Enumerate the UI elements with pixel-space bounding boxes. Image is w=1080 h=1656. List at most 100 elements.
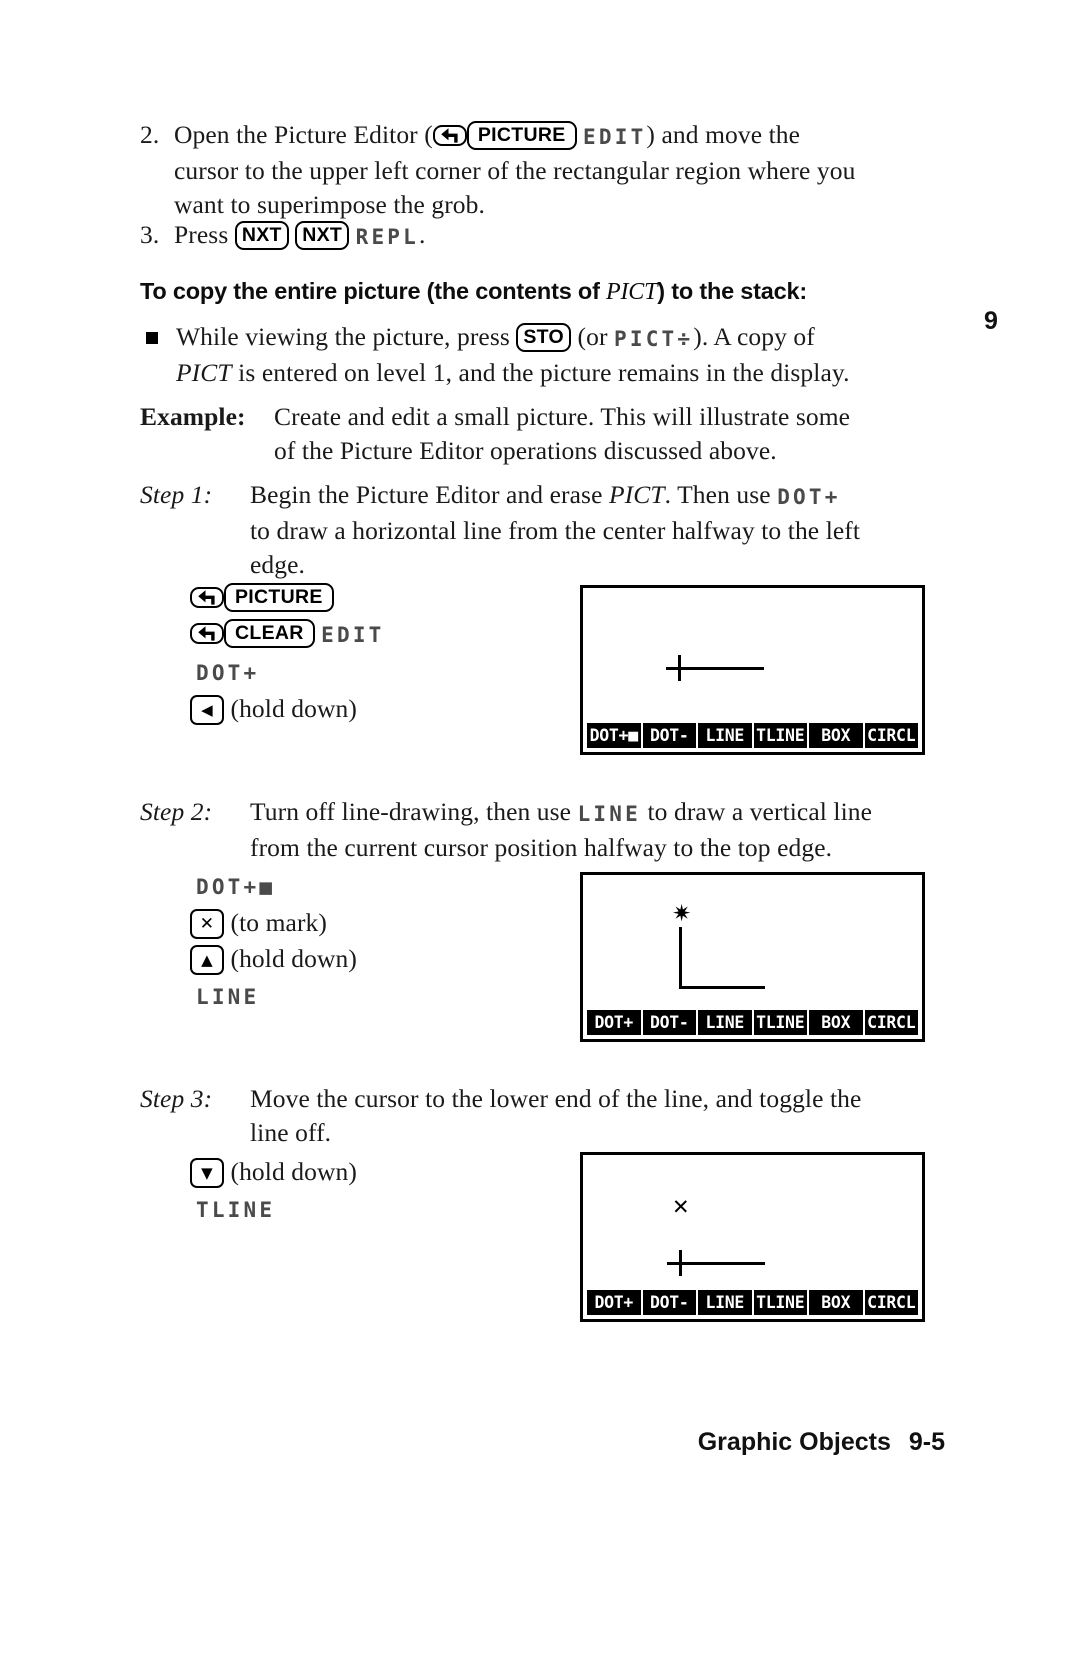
soft-key-pict-store-echo: PICT÷ bbox=[614, 327, 694, 352]
soft-key-line-echo: LINE bbox=[577, 802, 641, 827]
bullet-paragraph: While viewing the picture, press STO (or… bbox=[176, 320, 956, 390]
menu-key-box[interactable]: BOX bbox=[809, 1290, 863, 1315]
step-1-keystrokes: PICTURE CLEAR EDIT DOT+ ◀ (hold down) bbox=[190, 580, 550, 726]
step-1-body: Begin the Picture Editor and erase PICT.… bbox=[250, 478, 960, 582]
left-shift-arrow-icon bbox=[196, 625, 218, 642]
soft-key-edit-echo: EDIT bbox=[321, 623, 385, 648]
soft-key-tline-echo: TLINE bbox=[196, 1198, 276, 1223]
heading-part-1: To copy the entire picture (the contents… bbox=[140, 278, 607, 304]
step-3-keystrokes: ▼ (hold down) TLINE bbox=[190, 1155, 550, 1227]
down-arrow-key-icon[interactable]: ▼ bbox=[190, 1157, 224, 1188]
page-footer: Graphic Objects 9-5 bbox=[698, 1428, 945, 1457]
menu-key-line[interactable]: LINE bbox=[698, 1290, 752, 1315]
picture-key[interactable]: PICTURE bbox=[466, 121, 577, 151]
bullet-line-1c: ). A copy of bbox=[693, 322, 815, 351]
item-2-line-2: cursor to the upper left corner of the r… bbox=[174, 156, 856, 186]
soft-key-edit-echo: EDIT bbox=[583, 125, 647, 150]
step-1-key-row-4-note: (hold down) bbox=[230, 694, 357, 724]
step-1-key-row-2: CLEAR EDIT bbox=[190, 616, 550, 652]
menu-key-dot-minus[interactable]: DOT- bbox=[642, 1010, 696, 1035]
soft-key-line-echo: LINE bbox=[196, 985, 260, 1010]
section-heading: To copy the entire picture (the contents… bbox=[140, 278, 960, 306]
bullet-line-1a: While viewing the picture, press bbox=[176, 322, 510, 351]
step-1-pict-italic: PICT bbox=[608, 480, 665, 509]
menu-key-dot-plus[interactable]: DOT+ bbox=[587, 1010, 641, 1035]
menu-key-tline[interactable]: TLINE bbox=[753, 1010, 807, 1035]
nxt-key-2[interactable]: NXT bbox=[295, 221, 350, 251]
menu-key-circl[interactable]: CIRCL bbox=[864, 1290, 918, 1315]
heading-pict-italic: PICT bbox=[606, 279, 658, 305]
menu-key-dot-minus[interactable]: DOT- bbox=[642, 1290, 696, 1315]
menu-key-tline[interactable]: TLINE bbox=[753, 723, 807, 748]
step-2-key-row-2: ✕ (to mark) bbox=[190, 906, 550, 940]
menu-key-box[interactable]: BOX bbox=[809, 723, 863, 748]
left-shift-key-icon[interactable] bbox=[190, 623, 224, 645]
left-shift-arrow-icon bbox=[439, 127, 461, 144]
step-1-key-row-4: ◀ (hold down) bbox=[190, 692, 550, 726]
footer-page-number: 9-5 bbox=[908, 1428, 945, 1456]
numbered-item-2: 2. Open the Picture Editor (PICTURE EDIT)… bbox=[140, 118, 940, 222]
item-3-text-before: Press bbox=[174, 220, 229, 249]
drawn-horizontal-line bbox=[679, 1262, 765, 1265]
step-3-key-row-1-note: (hold down) bbox=[230, 1157, 357, 1186]
lcd-menu-bar-step-1: DOT+■ DOT- LINE TLINE BOX CIRCL bbox=[587, 723, 918, 748]
step-2-key-row-4: LINE bbox=[196, 978, 550, 1014]
lcd-display-step-1: DOT+■ DOT- LINE TLINE BOX CIRCL bbox=[580, 585, 925, 755]
step-2-key-row-1: DOT+■ bbox=[196, 868, 550, 904]
example-line-2: of the Picture Editor operations discuss… bbox=[274, 436, 777, 465]
lcd-display-step-2: ✷ DOT+ DOT- LINE TLINE BOX CIRCL bbox=[580, 872, 925, 1042]
example-line-1: Create and edit a small picture. This wi… bbox=[274, 402, 851, 431]
bullet-line-1b: (or bbox=[577, 322, 608, 351]
lcd-display-step-3: ✕ DOT+ DOT- LINE TLINE BOX CIRCL bbox=[580, 1152, 925, 1322]
step-2-key-row-3: ▲ (hold down) bbox=[190, 942, 550, 976]
menu-key-dot-plus[interactable]: DOT+ bbox=[587, 1290, 641, 1315]
soft-key-dot-plus-marked-echo: DOT+■ bbox=[196, 875, 276, 900]
lcd-menu-bar-step-3: DOT+ DOT- LINE TLINE BOX CIRCL bbox=[587, 1290, 918, 1315]
picture-key[interactable]: PICTURE bbox=[224, 583, 334, 613]
menu-key-box[interactable]: BOX bbox=[809, 1010, 863, 1035]
step-2-body: Turn off line-drawing, then use LINE to … bbox=[250, 795, 960, 865]
step-1-line-2: to draw a horizontal line from the cente… bbox=[250, 516, 861, 546]
menu-key-line[interactable]: LINE bbox=[698, 1010, 752, 1035]
menu-key-circl[interactable]: CIRCL bbox=[864, 723, 918, 748]
left-shift-key-icon[interactable] bbox=[190, 587, 224, 609]
item-2-text-after: ) and move the bbox=[646, 120, 801, 149]
step-3-key-row-2: TLINE bbox=[196, 1191, 550, 1227]
step-1-line-1a: Begin the Picture Editor and erase bbox=[250, 480, 609, 509]
step-1-key-row-3: DOT+ bbox=[196, 654, 550, 690]
item-3-number: 3. bbox=[140, 220, 160, 249]
menu-key-tline[interactable]: TLINE bbox=[753, 1290, 807, 1315]
numbered-item-3: 3. Press NXT NXT REPL. bbox=[140, 218, 940, 254]
menu-key-line[interactable]: LINE bbox=[698, 723, 752, 748]
left-arrow-key-icon[interactable]: ◀ bbox=[190, 694, 224, 725]
heading-part-2: ) to the stack: bbox=[657, 278, 808, 304]
x-key[interactable]: ✕ bbox=[190, 908, 224, 939]
step-1-label: Step 1: bbox=[140, 480, 213, 509]
drawn-horizontal-line bbox=[679, 986, 765, 989]
x-icon: ✕ bbox=[199, 913, 215, 934]
example-label: Example: bbox=[140, 402, 246, 431]
menu-key-circl[interactable]: CIRCL bbox=[864, 1010, 918, 1035]
bullet-square-icon bbox=[146, 332, 158, 344]
step-2-key-row-2-note: (to mark) bbox=[230, 908, 327, 938]
step-3-line-2: line off. bbox=[250, 1118, 332, 1147]
step-2-label: Step 2: bbox=[140, 797, 213, 826]
nxt-key-1[interactable]: NXT bbox=[234, 221, 289, 251]
soft-key-dot-plus-echo: DOT+ bbox=[196, 661, 260, 686]
step-2-key-row-3-note: (hold down) bbox=[230, 944, 357, 974]
example-body: Create and edit a small picture. This wi… bbox=[274, 400, 954, 468]
soft-key-dot-plus-echo: DOT+ bbox=[777, 485, 841, 510]
step-3-key-row-1: ▼ (hold down) bbox=[190, 1155, 550, 1189]
menu-key-dot-plus[interactable]: DOT+■ bbox=[587, 723, 641, 748]
page-chapter-marker: 9 bbox=[984, 307, 998, 335]
clear-key[interactable]: CLEAR bbox=[224, 619, 315, 649]
up-arrow-key-icon[interactable]: ▲ bbox=[190, 944, 224, 975]
menu-key-dot-minus[interactable]: DOT- bbox=[642, 723, 696, 748]
up-arrow-icon: ▲ bbox=[201, 950, 213, 969]
left-arrow-icon: ◀ bbox=[201, 700, 213, 719]
sto-key[interactable]: STO bbox=[516, 323, 572, 353]
bullet-line-2-rest: is entered on level 1, and the picture r… bbox=[231, 358, 850, 388]
cursor-mark-star-icon: ✷ bbox=[672, 901, 692, 927]
left-shift-key-icon[interactable] bbox=[432, 125, 467, 147]
step-3-body: Move the cursor to the lower end of the … bbox=[250, 1082, 960, 1150]
